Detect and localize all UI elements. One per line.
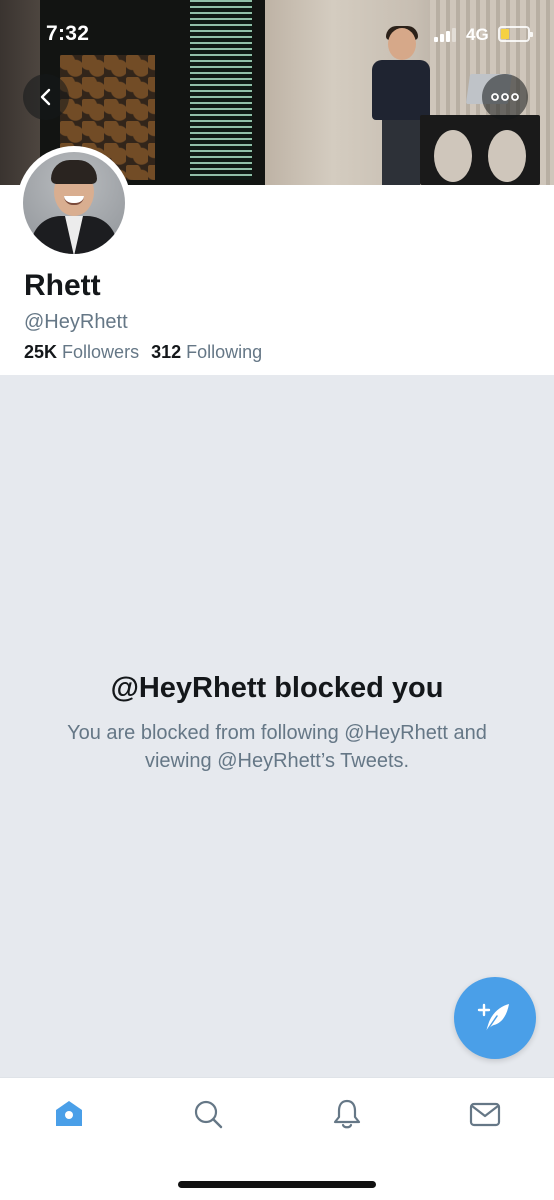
more-options-button[interactable] <box>482 74 528 120</box>
followers-label: Followers <box>62 342 140 362</box>
network-type: 4G <box>466 25 489 44</box>
followers-link[interactable]: 25K Followers <box>24 342 139 362</box>
more-horizontal-icon <box>491 93 519 101</box>
status-bar: 7:32 4G <box>0 0 554 64</box>
banner-desk <box>420 115 540 185</box>
tab-home[interactable] <box>51 1096 87 1132</box>
followers-count: 25K <box>24 342 58 362</box>
blocked-title: @HeyRhett blocked you <box>110 672 444 704</box>
back-button[interactable] <box>23 74 69 120</box>
chevron-left-icon <box>40 88 51 106</box>
status-time: 7:32 <box>46 22 90 45</box>
cellular-signal-icon <box>434 28 456 42</box>
profile-stats: 25K Followers 312 Following <box>24 342 262 363</box>
mail-icon <box>469 1102 501 1127</box>
compose-tweet-button[interactable] <box>454 977 536 1059</box>
avatar-photo <box>23 152 125 254</box>
bell-icon <box>333 1099 361 1129</box>
tab-search[interactable] <box>190 1096 226 1132</box>
avatar[interactable] <box>17 146 131 260</box>
home-indicator[interactable] <box>178 1181 376 1188</box>
profile-name: Rhett <box>24 269 101 302</box>
following-label: Following <box>186 342 263 362</box>
compose-tweet-icon <box>477 1003 509 1033</box>
battery-icon <box>498 26 533 42</box>
tab-messages[interactable] <box>467 1096 503 1132</box>
following-link[interactable]: 312 Following <box>151 342 262 362</box>
search-icon <box>194 1100 223 1129</box>
blocked-notice: @HeyRhett blocked you You are blocked fr… <box>0 672 554 775</box>
tab-notifications[interactable] <box>329 1096 365 1132</box>
following-count: 312 <box>151 342 182 362</box>
home-icon <box>56 1101 82 1126</box>
blocked-description: You are blocked from following @HeyRhett… <box>67 722 487 772</box>
profile-handle: @HeyRhett <box>24 311 128 333</box>
